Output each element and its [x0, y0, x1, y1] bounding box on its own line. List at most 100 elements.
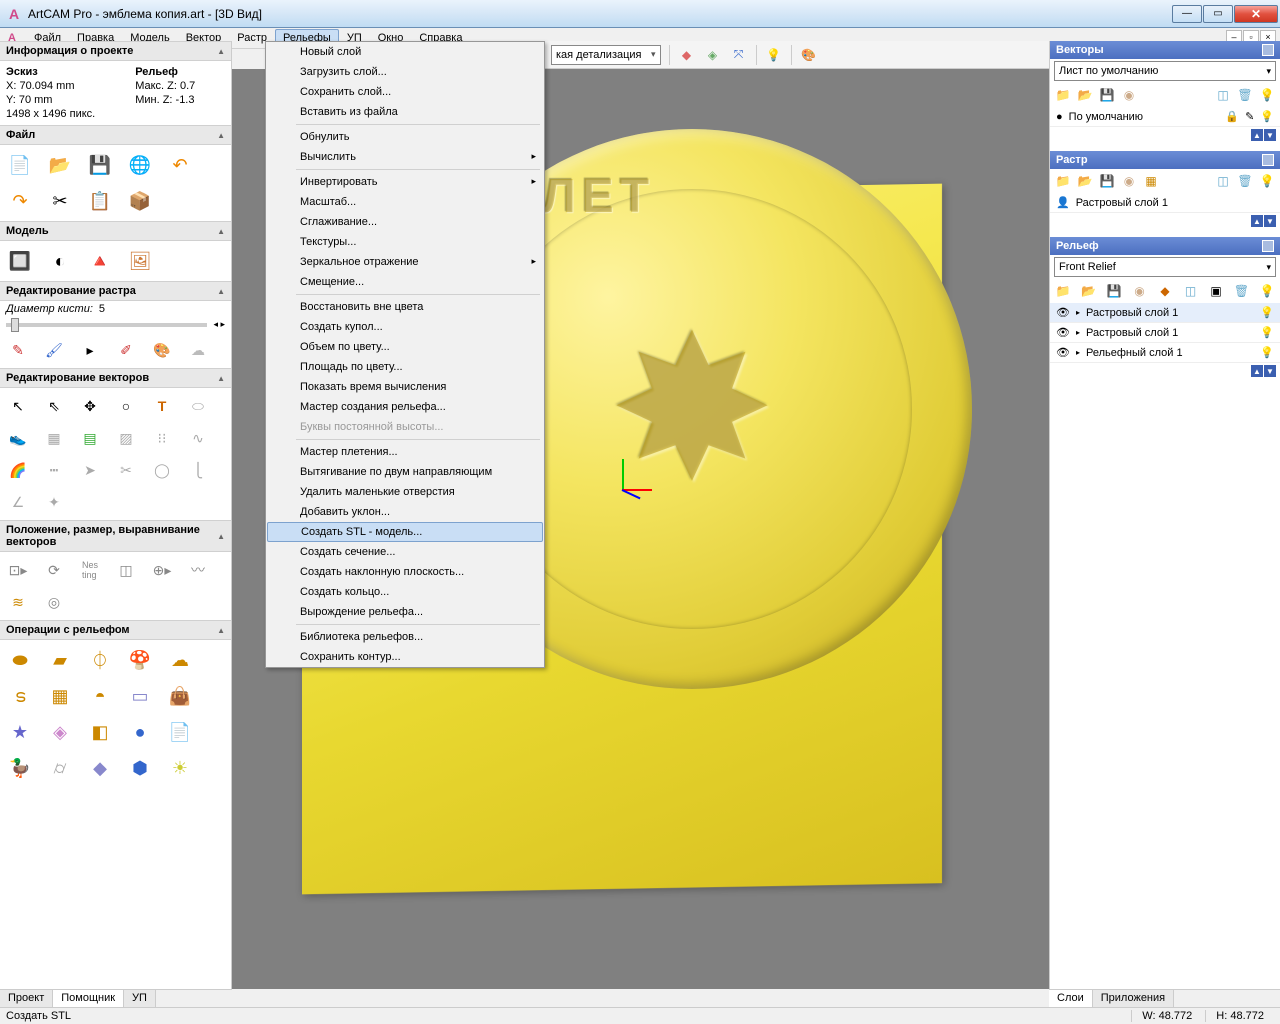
v-new-icon[interactable]: 📁: [1054, 86, 1072, 104]
r-sun-icon[interactable]: ☀: [166, 754, 194, 782]
vector-layer-default[interactable]: ● По умолчанию 🔒 ✎ 💡: [1050, 107, 1280, 127]
r-bag-icon[interactable]: 👜: [166, 682, 194, 710]
fill-icon[interactable]: ▸: [78, 338, 102, 362]
cloud-icon[interactable]: ☁: [186, 338, 210, 362]
v-del-icon[interactable]: 🗑: [1236, 86, 1254, 104]
close-button[interactable]: ✕: [1234, 5, 1278, 23]
vec-dn[interactable]: ▼: [1264, 129, 1276, 141]
project-info-header[interactable]: Информация о проекте▲: [0, 41, 231, 61]
model-section-header[interactable]: Модель▲: [0, 221, 231, 241]
vec-abc-icon[interactable]: ▤: [78, 426, 102, 450]
r-open-icon[interactable]: 📂: [1076, 172, 1094, 190]
bulb-icon[interactable]: 💡: [1260, 346, 1274, 359]
vec-curve-icon[interactable]: ∿: [186, 426, 210, 450]
rl-toggle-icon[interactable]: ◫: [1182, 282, 1200, 300]
vec-shoe-icon[interactable]: 👟: [6, 426, 30, 450]
eye-icon[interactable]: 👁: [1056, 346, 1070, 359]
r-shape-icon[interactable]: ⬬: [6, 646, 34, 674]
vectors-sheet-combo[interactable]: Лист по умолчанию: [1054, 61, 1276, 81]
vec-dash-icon[interactable]: ┅: [42, 458, 66, 482]
v-bulb-icon[interactable]: 💡: [1258, 86, 1276, 104]
r-ball-icon[interactable]: ⬢: [126, 754, 154, 782]
brush-slider[interactable]: [6, 323, 207, 327]
menu-item-масштаб-[interactable]: Масштаб...: [266, 192, 544, 212]
menu-item-мастер-плетения-[interactable]: Мастер плетения...: [266, 442, 544, 462]
copy-icon[interactable]: 📋: [86, 187, 114, 215]
relief-layer-1[interactable]: 👁▸ Растровый слой 1 💡: [1050, 323, 1280, 343]
redo-icon[interactable]: ↷: [6, 187, 34, 215]
rel-dn[interactable]: ▼: [1264, 365, 1276, 377]
r-blob-icon[interactable]: ☁: [166, 646, 194, 674]
detail-combo[interactable]: кая детализация: [551, 45, 661, 65]
menu-item-удалить-маленькие-отверстия[interactable]: Удалить маленькие отверстия: [266, 482, 544, 502]
cut-icon[interactable]: ✂: [46, 187, 74, 215]
r-save-icon[interactable]: 💾: [1098, 172, 1116, 190]
vec-dots-icon[interactable]: ⁝⁝: [150, 426, 174, 450]
rl-open-icon[interactable]: 📂: [1080, 282, 1098, 300]
r-mushroom-icon[interactable]: 🍄: [126, 646, 154, 674]
v-group-icon[interactable]: ◉: [1120, 86, 1138, 104]
relief-combo[interactable]: Front Relief: [1054, 257, 1276, 277]
v-open-icon[interactable]: 📂: [1076, 86, 1094, 104]
globe-icon[interactable]: 🌐: [126, 151, 154, 179]
eye-icon[interactable]: 👁: [1056, 306, 1070, 319]
lock-icon[interactable]: 🔒: [1225, 110, 1239, 123]
vec-color-icon[interactable]: 🌈: [6, 458, 30, 482]
menu-item-создать-stl-модель-[interactable]: Создать STL - модель...: [267, 522, 543, 542]
brush-icon[interactable]: 🖌: [42, 338, 66, 362]
raster-edit-header[interactable]: Редактирование растра▲: [0, 281, 231, 301]
r-extrude-icon[interactable]: ▰: [46, 646, 74, 674]
ras-dn[interactable]: ▼: [1264, 215, 1276, 227]
r-cube-icon[interactable]: ◧: [86, 718, 114, 746]
bulb-icon[interactable]: 💡: [1260, 306, 1274, 319]
menu-item-смещение-[interactable]: Смещение...: [266, 272, 544, 292]
array-icon[interactable]: ⊕▸: [150, 558, 174, 582]
v-save-icon[interactable]: 💾: [1098, 86, 1116, 104]
menu-item-инвертировать[interactable]: Инвертировать: [266, 172, 544, 192]
vec-line-icon[interactable]: ⎩: [186, 458, 210, 482]
node-icon[interactable]: ⇖: [42, 394, 66, 418]
view-icon-2[interactable]: ◈: [704, 46, 722, 64]
menu-item-площадь-по-цвету-[interactable]: Площадь по цвету...: [266, 357, 544, 377]
nesting-icon[interactable]: Nesting: [78, 558, 102, 582]
raster-panel-header[interactable]: Растр: [1050, 151, 1280, 169]
vec-scissors-icon[interactable]: ✂: [114, 458, 138, 482]
arrow-icon[interactable]: ↖: [6, 394, 30, 418]
r-new-icon[interactable]: 📁: [1054, 172, 1072, 190]
r-toggle-icon[interactable]: ◫: [1214, 172, 1232, 190]
relief-ops-header[interactable]: Операции с рельефом▲: [0, 620, 231, 640]
greyscale-icon[interactable]: ◐: [46, 247, 74, 275]
undo-icon[interactable]: ↶: [166, 151, 194, 179]
rl-mode-icon[interactable]: ◆: [1156, 282, 1174, 300]
v-toggle-icon[interactable]: ◫: [1214, 86, 1232, 104]
raster-layer-1[interactable]: 👤 Растровый слой 1: [1050, 193, 1280, 213]
model-size-icon[interactable]: 🔲: [6, 247, 34, 275]
r-note-icon[interactable]: 📄: [166, 718, 194, 746]
vec-angle-icon[interactable]: ∠: [6, 490, 30, 514]
vec-sketch-icon[interactable]: ⬭: [186, 394, 210, 418]
open-folder-icon[interactable]: 📂: [46, 151, 74, 179]
ras-up[interactable]: ▲: [1251, 215, 1263, 227]
r-dup-icon[interactable]: ◉: [1120, 172, 1138, 190]
r-bulb-icon[interactable]: 💡: [1258, 172, 1276, 190]
r-del-icon[interactable]: 🗑: [1236, 172, 1254, 190]
menu-item-сглаживание-[interactable]: Сглаживание...: [266, 212, 544, 232]
maximize-button[interactable]: ▭: [1203, 5, 1233, 23]
palette2-icon[interactable]: 🎨: [150, 338, 174, 362]
position-section-header[interactable]: Положение, размер, выравнивание векторов…: [0, 520, 231, 552]
pen-icon[interactable]: ✎: [6, 338, 30, 362]
rl-del-icon[interactable]: 🗑: [1233, 282, 1251, 300]
view-axes-icon[interactable]: ⤧: [730, 46, 748, 64]
r-turn-icon[interactable]: ⏀: [86, 646, 114, 674]
menu-item-создать-сечение-[interactable]: Создать сечение...: [266, 542, 544, 562]
r-layer-icon[interactable]: ◆: [86, 754, 114, 782]
menu-item-зеркальное-отражение[interactable]: Зеркальное отражение: [266, 252, 544, 272]
save-icon[interactable]: 💾: [86, 151, 114, 179]
tab-assistant[interactable]: Помощник: [53, 990, 124, 1007]
menu-item-создать-наклонную-плоскость-[interactable]: Создать наклонную плоскость...: [266, 562, 544, 582]
r-star-icon[interactable]: ★: [6, 718, 34, 746]
relief-panel-header[interactable]: Рельеф: [1050, 237, 1280, 255]
menu-item-мастер-создания-рельефа-[interactable]: Мастер создания рельефа...: [266, 397, 544, 417]
eyedropper-icon[interactable]: ✐: [114, 338, 138, 362]
tab-toolpath[interactable]: УП: [124, 990, 156, 1007]
